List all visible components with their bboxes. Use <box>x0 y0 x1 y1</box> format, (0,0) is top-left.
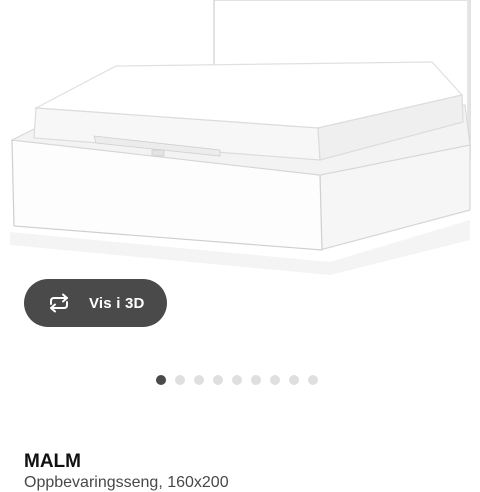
carousel-dot[interactable] <box>232 375 242 385</box>
rotate-arrows-icon <box>46 293 72 313</box>
carousel-dot[interactable] <box>308 375 318 385</box>
carousel-dot[interactable] <box>175 375 185 385</box>
product-image <box>0 0 480 300</box>
view-in-3d-label: Vis i 3D <box>89 294 145 312</box>
carousel-dot[interactable] <box>270 375 280 385</box>
carousel-dot[interactable] <box>194 375 204 385</box>
carousel-dot[interactable] <box>156 375 166 385</box>
image-carousel-indicator <box>156 375 318 385</box>
product-description: Oppbevaringsseng, 160x200 <box>24 474 229 491</box>
carousel-dot[interactable] <box>251 375 261 385</box>
product-name: MALM <box>24 451 81 472</box>
view-in-3d-button[interactable]: Vis i 3D <box>24 279 167 327</box>
carousel-dot[interactable] <box>289 375 299 385</box>
carousel-dot[interactable] <box>213 375 223 385</box>
